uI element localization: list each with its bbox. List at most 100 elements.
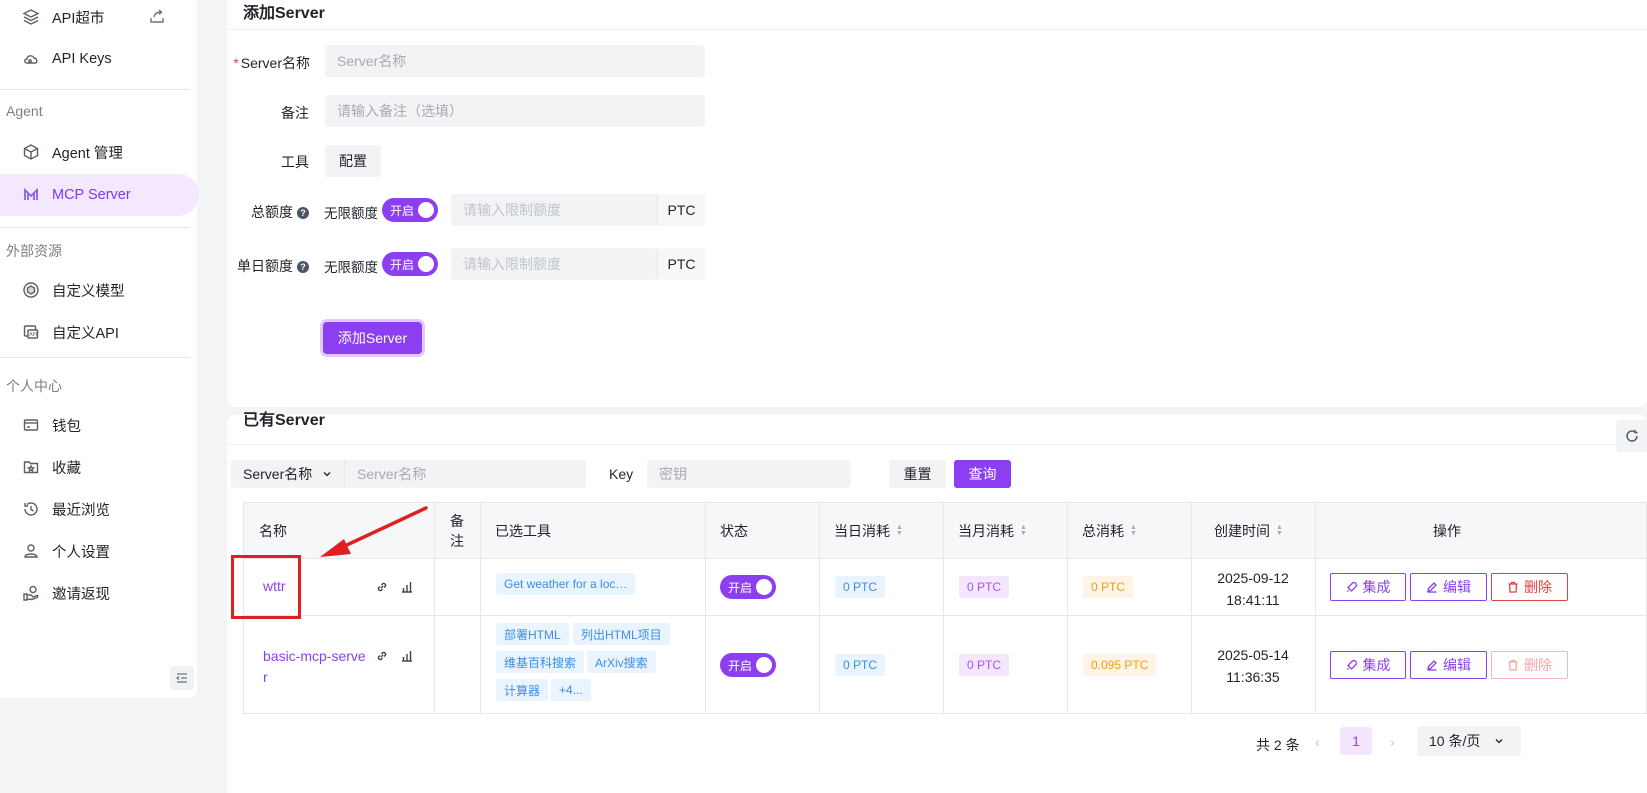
total-quota-unit: PTC [657,194,705,226]
next-page-icon[interactable]: › [1390,734,1395,750]
server-list-card: 已有Server Server名称 Server名称 Key 密钥 重置 查询 … [227,412,1647,793]
external-link-icon[interactable] [149,8,165,24]
unlimited-label: 无限额度 [324,260,378,275]
daily-quota-label: 单日额度? [227,256,309,276]
col-total[interactable]: 总消耗 ▲ ▼ [1067,503,1137,559]
sidebar-item-wallet[interactable]: 钱包 [0,404,199,446]
note-input[interactable]: 请输入备注（选填） [325,95,705,127]
server-name-filter-input[interactable]: Server名称 [345,460,586,488]
col-created[interactable]: 创建时间 ▲ ▼ [1199,503,1283,559]
sidebar-item-recent[interactable]: 最近浏览 [0,488,199,530]
layers-icon [22,8,40,26]
tool-tag: 列出HTML项目 [573,623,670,645]
server-name-link[interactable]: basic-mcp-serve r [263,646,366,688]
stats-icon[interactable] [400,580,414,594]
monthly-usage-badge: 0 PTC [959,576,1010,598]
invite-cashback-icon [22,584,40,602]
daily-unlimited-switch[interactable]: 开启 [382,252,438,276]
col-tools: 已选工具 [495,523,551,539]
monthly-usage-badge: 0 PTC [959,654,1010,676]
reset-button[interactable]: 重置 [889,460,946,488]
col-divider [480,503,481,713]
sort-icon: ▲ ▼ [896,524,903,537]
tool-tag: 维基百科搜索 [496,651,585,673]
api-icon: API [22,323,40,341]
edit-button[interactable]: 编辑 [1410,651,1487,679]
col-daily[interactable]: 当日消耗 ▲ ▼ [819,503,903,559]
add-server-button[interactable]: 添加Server [323,322,422,354]
total-unlimited-switch[interactable]: 开启 [382,198,438,222]
stats-icon[interactable] [400,649,414,663]
sidebar-item-label: API超市 [52,10,105,27]
col-note: 备注 [450,513,464,549]
col-divider [819,503,820,713]
link-icon[interactable] [375,649,389,663]
configure-tools-button[interactable]: 配置 [325,145,381,177]
delete-button[interactable]: 删除 [1491,573,1568,601]
daily-usage-badge: 0 PTC [835,576,886,598]
sidebar-item-label: 自定义模型 [52,283,125,300]
pagination-page-1[interactable]: 1 [1340,727,1372,755]
tools-label: 工具 [281,154,309,170]
status-switch[interactable]: 开启 [720,653,776,677]
more-tools-tag[interactable]: +4... [551,679,591,701]
sort-icon: ▲ ▼ [1130,524,1137,537]
delete-button-disabled: 删除 [1491,651,1568,679]
user-icon [22,542,40,560]
daily-quota-unit: PTC [657,248,705,280]
page-size-select[interactable]: 10 条/页 [1417,726,1521,756]
integrate-button[interactable]: 集成 [1330,573,1406,601]
created-time: 2025-09-12 18:41:11 [1217,570,1289,608]
filter-field-select[interactable]: Server名称 [231,460,345,488]
sidebar-item-label: MCP Server [52,187,131,203]
sidebar-item-api-keys[interactable]: API Keys [0,38,199,80]
key-label: Key [609,466,634,482]
integrate-button[interactable]: 集成 [1330,651,1406,679]
sidebar-item-label: 自定义API [52,325,119,342]
created-time: 2025-05-14 11:36:35 [1217,647,1289,685]
sidebar-item-custom-api[interactable]: API 自定义API [0,311,199,353]
link-icon[interactable] [375,580,389,594]
menu-fold-icon [175,673,187,683]
tool-tag: 部署HTML [496,623,569,645]
daily-quota-input[interactable]: 请输入限制额度 [451,248,657,280]
status-switch[interactable]: 开启 [720,575,776,599]
rocket-icon [1346,581,1357,592]
chevron-down-icon [323,472,331,477]
col-divider [943,503,944,713]
tool-tag: ArXiv搜索 [587,651,656,673]
server-name-label: * Server名称 [233,55,310,71]
sidebar-item-label: 个人设置 [52,544,110,561]
section-label-external: 外部资源 [6,243,62,259]
sidebar-item-mcp-server[interactable]: MCP Server [0,174,199,216]
help-icon: ? [297,261,309,274]
divider [227,444,1647,445]
sidebar-item-custom-model[interactable]: 自定义模型 [0,269,199,311]
annotation-highlight-box [231,555,301,619]
collapse-sidebar-button[interactable] [170,666,194,690]
server-name-input[interactable]: Server名称 [325,45,705,77]
query-button[interactable]: 查询 [954,460,1011,488]
edit-icon [1427,660,1437,671]
sidebar-item-api-market[interactable]: API超市 [0,0,199,38]
refresh-button[interactable] [1616,420,1647,452]
edit-button[interactable]: 编辑 [1410,573,1487,601]
sidebar-item-agent-manage[interactable]: Agent 管理 [0,131,199,173]
sidebar-item-favorites[interactable]: 收藏 [0,446,199,488]
col-actions: 操作 [1433,523,1461,539]
cloud-key-icon [22,50,40,68]
sidebar: API超市 API Keys Agent Agent 管理 MCP Server… [0,0,199,698]
total-usage-badge: 0 PTC [1083,576,1134,598]
sidebar-item-invite[interactable]: 邀请返现 [0,572,199,614]
col-name: 名称 [259,523,287,539]
col-status: 状态 [720,523,748,539]
total-quota-input[interactable]: 请输入限制额度 [451,194,657,226]
svg-text:API: API [29,332,37,338]
prev-page-icon[interactable]: ‹ [1315,734,1320,750]
col-divider [434,503,435,713]
col-monthly[interactable]: 当月消耗 ▲ ▼ [943,503,1027,559]
key-filter-input[interactable]: 密钥 [647,460,851,488]
sidebar-item-label: 邀请返现 [52,586,110,603]
sidebar-item-settings[interactable]: 个人设置 [0,530,199,572]
col-divider [705,503,706,713]
